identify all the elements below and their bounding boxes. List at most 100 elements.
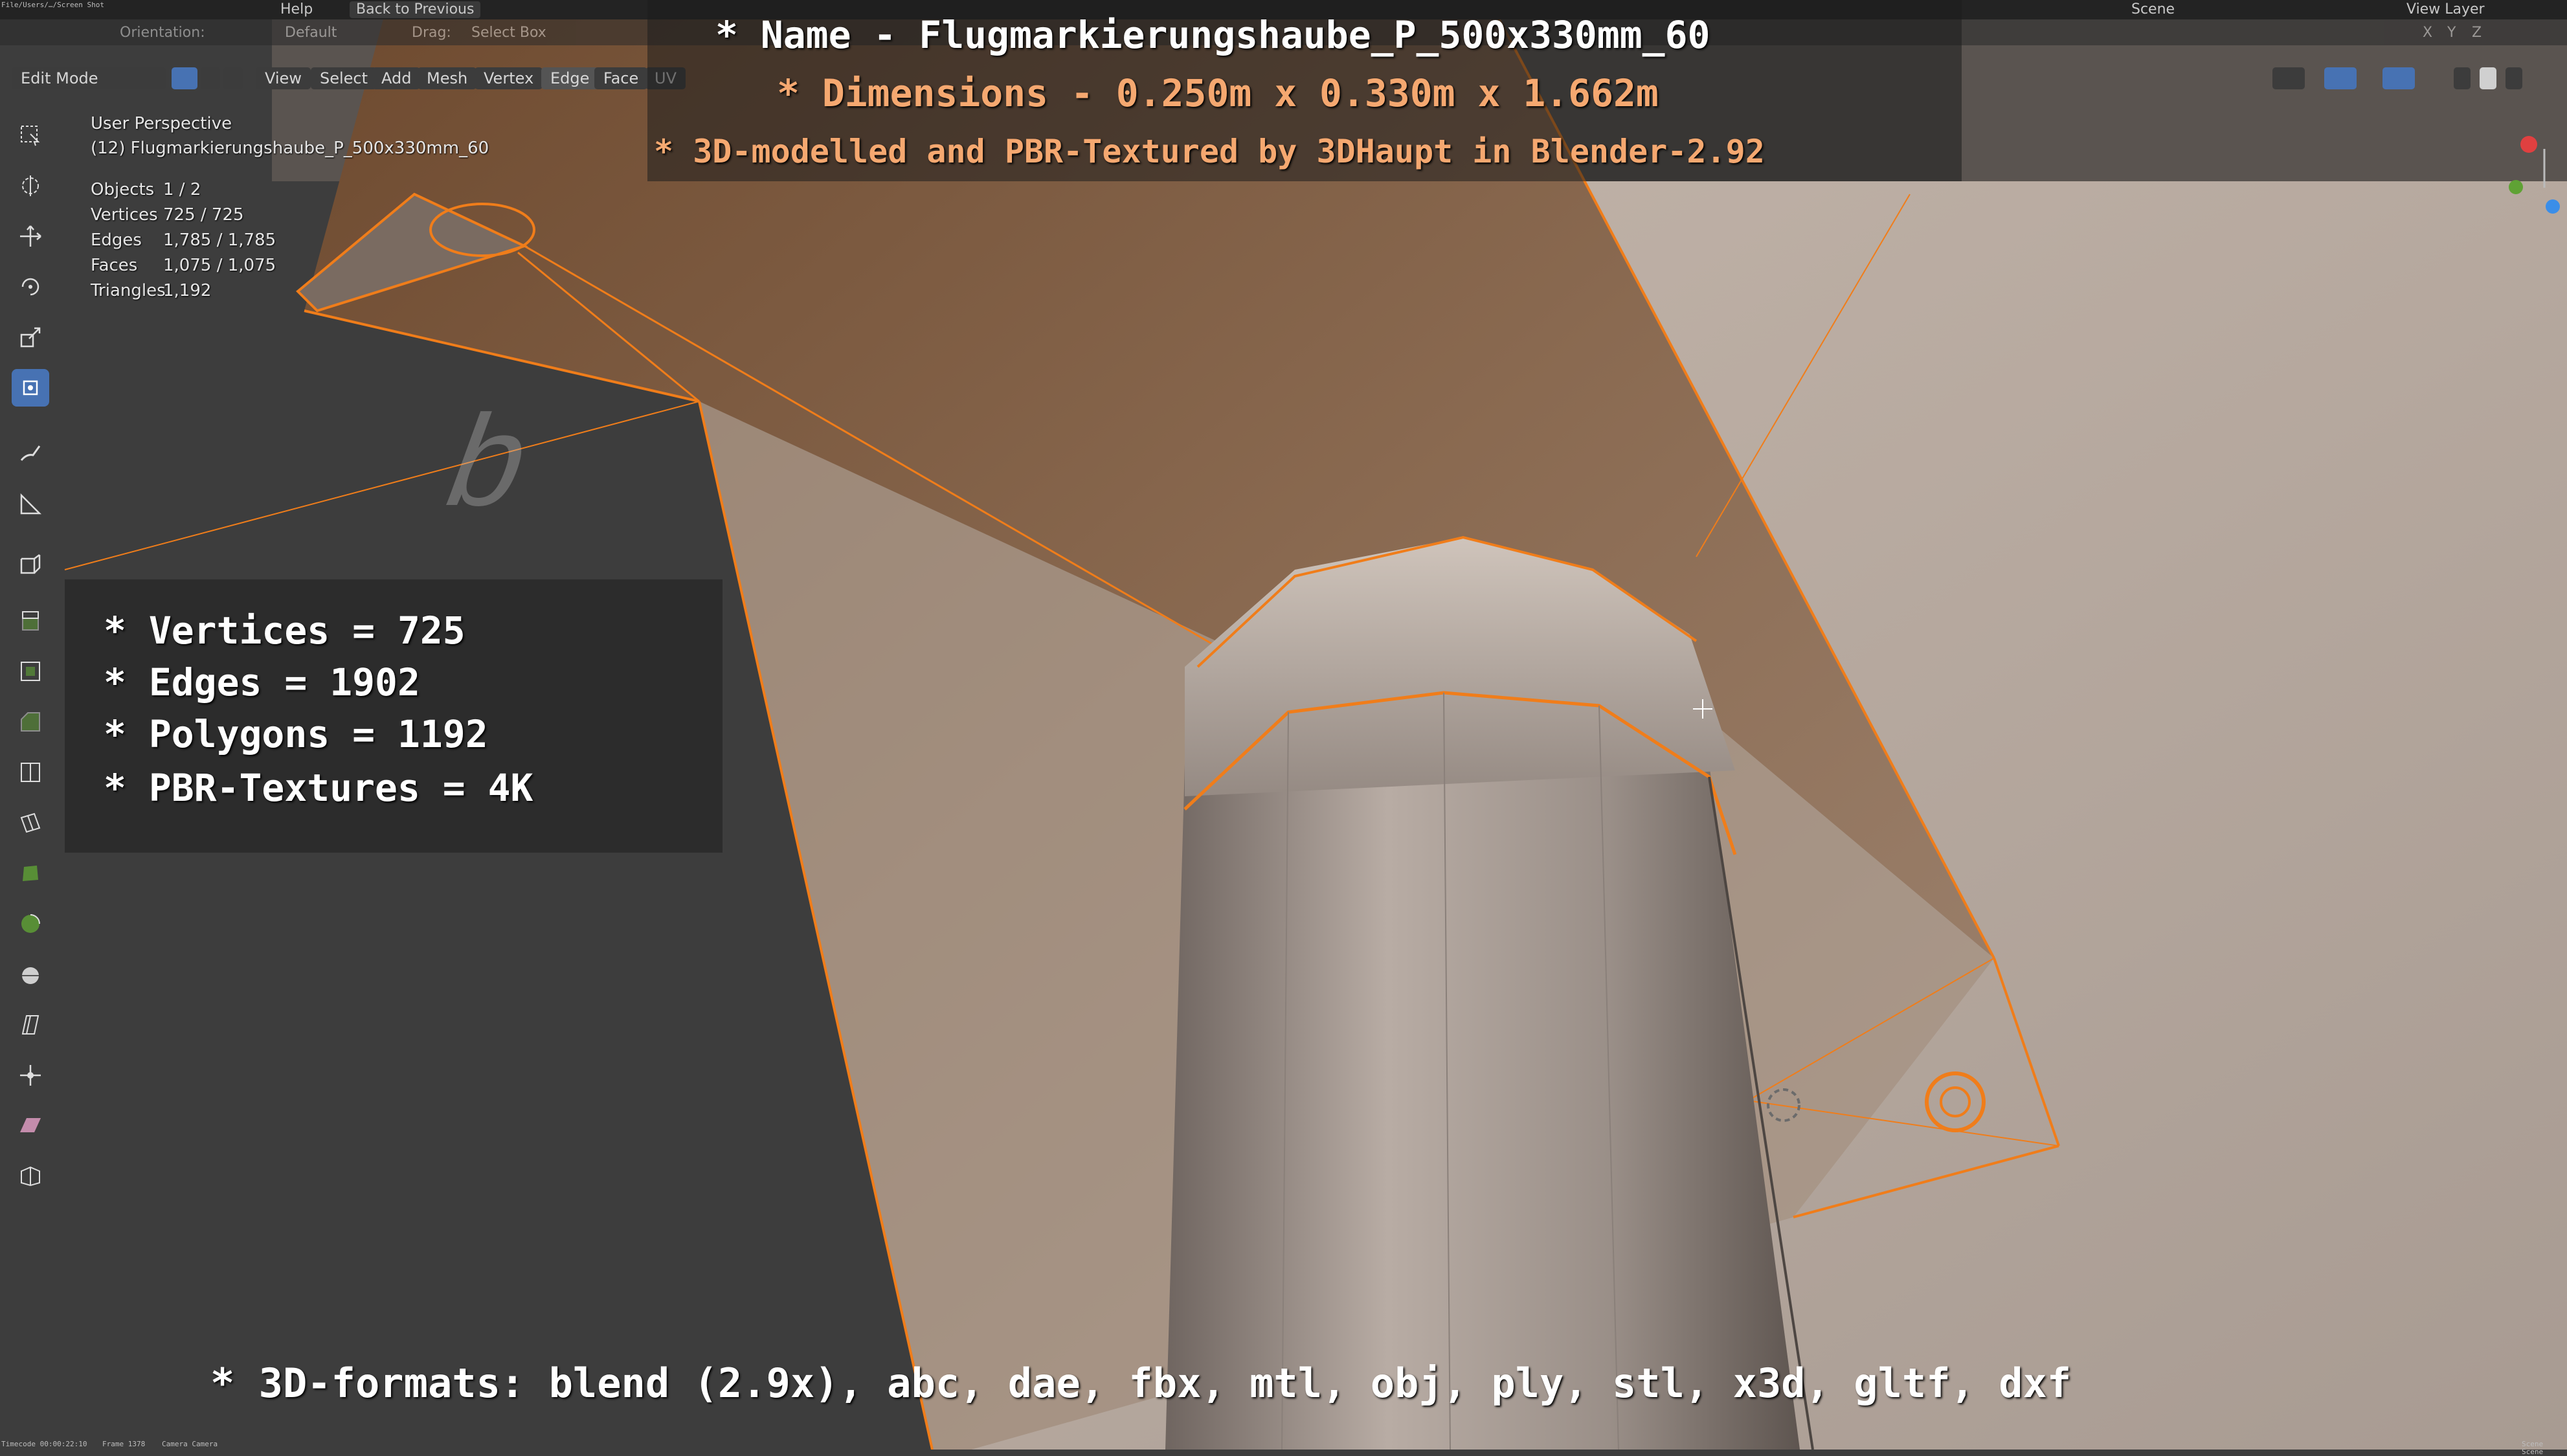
menu-mesh[interactable]: Mesh — [418, 67, 477, 89]
overlay-toggle-icon[interactable] — [2382, 67, 2415, 89]
select-box-tool[interactable] — [12, 117, 49, 154]
stat-label: Vertices — [91, 205, 158, 225]
edge-select-mode-button[interactable] — [201, 67, 220, 89]
loop-cut-tool[interactable] — [12, 754, 49, 791]
spec-edges: * Edges = 1902 — [104, 660, 420, 704]
face-select-mode-button[interactable] — [223, 67, 243, 89]
poly-build-icon — [23, 866, 38, 881]
solid-shading-icon[interactable] — [2480, 67, 2496, 89]
menu-vertex[interactable]: Vertex — [475, 67, 543, 89]
dimensions-line: * Dimensions - 0.250m x 0.330m x 1.662m — [777, 71, 1659, 115]
gizmo-x-axis[interactable] — [2520, 136, 2537, 153]
transform-orientation-dropdown[interactable]: Default — [285, 23, 337, 43]
move-tool[interactable] — [12, 218, 49, 255]
credit-line: * 3D-modelled and PBR-Textured by 3DHaup… — [654, 133, 1765, 170]
frame-label: Frame 1378 — [102, 1440, 146, 1448]
drag-label: Drag: — [412, 25, 451, 41]
bevel-tool[interactable] — [12, 703, 49, 741]
annotate-icon — [20, 445, 41, 461]
rip-icon — [21, 1166, 40, 1187]
smooth-tool[interactable] — [12, 956, 49, 993]
spec-vertices: * Vertices = 725 — [104, 609, 465, 653]
mode-label: Edit Mode — [21, 69, 98, 87]
timecode-label: Timecode 00:00:22:10 — [1, 1440, 87, 1448]
menu-help[interactable]: Help — [280, 1, 313, 18]
axis-x-toggle[interactable]: X — [2423, 23, 2432, 43]
extrude-tool[interactable] — [12, 602, 49, 640]
add-cube-icon — [20, 554, 41, 574]
scale-tool[interactable] — [12, 319, 49, 356]
shear-tool[interactable] — [12, 1107, 49, 1145]
stat-value: 1,075 / 1,075 — [163, 256, 276, 275]
stat-value: 1 / 2 — [163, 180, 201, 199]
material-shading-icon[interactable] — [2505, 67, 2522, 89]
edge-slide-tool[interactable] — [12, 1006, 49, 1044]
shrink-fatten-tool[interactable] — [12, 1057, 49, 1094]
model-name-line: * Name - Flugmarkierungshaube_P_500x330m… — [715, 13, 1710, 57]
transform-icon — [23, 380, 38, 396]
knife-icon — [20, 812, 41, 833]
gizmo-z-axis[interactable] — [2546, 199, 2560, 214]
rotate-tool[interactable] — [12, 268, 49, 306]
drag-dropdown[interactable]: Select Box — [471, 23, 546, 43]
axis-z-toggle[interactable]: Z — [2472, 23, 2482, 43]
stat-label: Faces — [91, 256, 138, 275]
orientation-label: Orientation: — [120, 25, 205, 41]
spin-tool[interactable] — [12, 905, 49, 943]
cursor-tool[interactable] — [12, 167, 49, 205]
knife-tool[interactable] — [12, 804, 49, 842]
vertex-select-mode-button[interactable] — [172, 67, 197, 89]
spec-polygons: * Polygons = 1192 — [104, 712, 488, 756]
pillar-body — [1165, 764, 1800, 1450]
camera-label: Camera Camera — [162, 1440, 218, 1448]
view-layer-selector[interactable]: View Layer — [2406, 1, 2485, 18]
poly-build-tool[interactable] — [12, 855, 49, 892]
select-box-icon — [21, 126, 40, 146]
rotate-icon — [21, 278, 39, 296]
stat-label: Edges — [91, 230, 142, 250]
gizmo-toggle-icon[interactable] — [2324, 67, 2357, 89]
spec-textures: * PBR-Textures = 4K — [104, 766, 533, 810]
inset-icon — [21, 662, 40, 681]
visibility-icon[interactable] — [2272, 67, 2305, 89]
stat-label: Objects — [91, 180, 155, 199]
menu-view[interactable]: View — [256, 67, 311, 89]
shrink-fatten-icon — [20, 1065, 41, 1086]
axis-y-toggle[interactable]: Y — [2447, 23, 2456, 43]
scene-selector[interactable]: Scene — [2131, 1, 2175, 18]
active-object-label: (12) Flugmarkierungshaube_P_500x330mm_60 — [91, 139, 489, 158]
smooth-icon — [22, 967, 39, 984]
mode-dropdown[interactable]: Edit Mode — [12, 67, 166, 89]
render-info: File/Users/…/Screen Shot — [1, 1, 104, 9]
stat-value: 725 / 725 — [163, 205, 244, 225]
tool-shelf — [5, 111, 69, 1238]
inset-tool[interactable] — [12, 653, 49, 690]
measure-icon — [20, 493, 42, 515]
measure-tool[interactable] — [12, 486, 49, 523]
gizmo-y-axis[interactable] — [2509, 180, 2523, 194]
scene-status-label: Scene Scene — [2522, 1440, 2544, 1456]
spin-icon — [21, 914, 40, 933]
scale-icon — [20, 327, 41, 348]
menu-add[interactable]: Add — [372, 67, 421, 89]
menu-face[interactable]: Face — [594, 67, 648, 89]
wireframe-shading-icon[interactable] — [2454, 67, 2471, 89]
formats-line: * 3D-formats: blend (2.9x), abc, dae, fb… — [210, 1360, 2072, 1407]
specs-panel: * Vertices = 725 * Edges = 1902 * Polygo… — [65, 579, 723, 853]
shear-icon — [20, 1118, 41, 1132]
back-to-previous-button[interactable]: Back to Previous — [350, 1, 481, 18]
menu-edge[interactable]: Edge — [541, 67, 599, 89]
stat-value: 1,785 / 1,785 — [163, 230, 276, 250]
loop-cut-icon — [21, 763, 40, 782]
transform-tool[interactable] — [12, 369, 49, 407]
move-icon — [20, 225, 41, 247]
stat-value: 1,192 — [163, 281, 212, 300]
annotate-tool[interactable] — [12, 435, 49, 473]
bevel-icon — [21, 712, 40, 732]
stat-label: Triangles — [91, 281, 166, 300]
add-cube-tool[interactable] — [12, 545, 49, 583]
perspective-label: User Perspective — [91, 114, 232, 133]
rip-tool[interactable] — [12, 1158, 49, 1195]
extrude-icon — [22, 611, 39, 631]
menu-select[interactable]: Select — [311, 67, 377, 89]
